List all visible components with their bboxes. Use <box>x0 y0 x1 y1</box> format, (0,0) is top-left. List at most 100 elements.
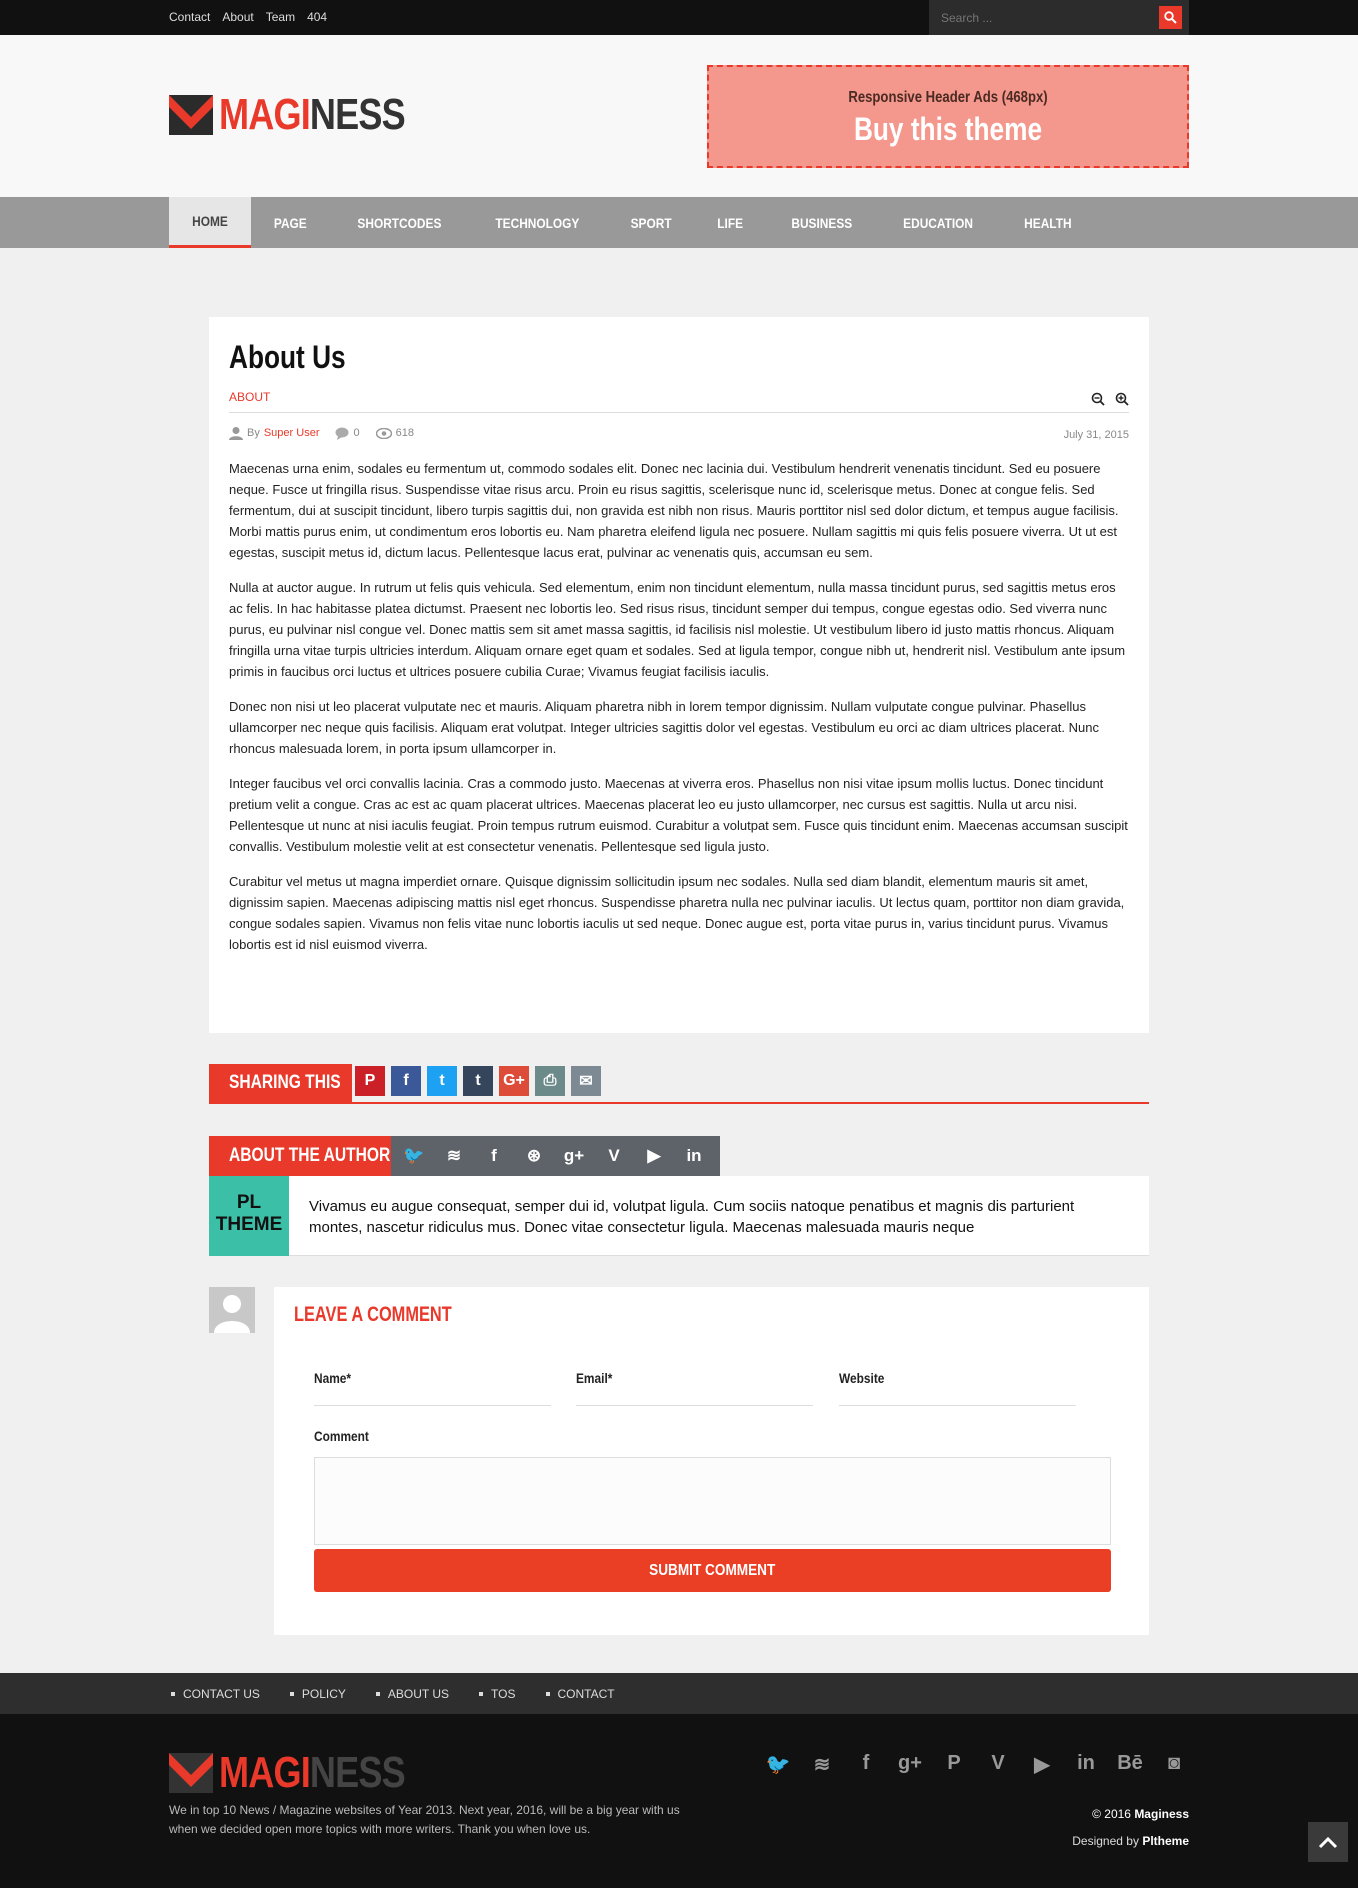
nav-item-page[interactable]: PAGE <box>251 197 330 248</box>
footer-description: We in top 10 News / Magazine websites of… <box>169 1803 680 1836</box>
eye-icon <box>375 427 392 439</box>
instagram-icon[interactable]: ◙ <box>1160 1752 1188 1777</box>
rss-icon[interactable]: ≋ <box>808 1752 836 1777</box>
top-bar: Contact About Team 404 <box>0 0 1358 35</box>
article-paragraph: Curabitur vel metus ut magna imperdiet o… <box>229 874 1125 952</box>
twitter-icon[interactable]: 🐦 <box>401 1146 427 1166</box>
footer-logo-text: MAGINESS <box>219 1748 406 1797</box>
sharing-label: SHARING THIS <box>209 1064 352 1102</box>
top-link-team[interactable]: Team <box>266 10 295 24</box>
nav-item-life[interactable]: LIFE <box>695 197 765 248</box>
designer-link[interactable]: Pltheme <box>1142 1834 1189 1848</box>
rss-icon[interactable]: ≋ <box>441 1146 467 1166</box>
vimeo-icon[interactable]: V <box>984 1752 1012 1777</box>
nav-item-sport[interactable]: SPORT <box>607 197 695 248</box>
top-link-404[interactable]: 404 <box>307 10 327 24</box>
author-label: ABOUT THE AUTHOR <box>209 1136 391 1176</box>
sharing-bar: SHARING THIS Pf t t G+ ⎙ ✉ <box>209 1064 1149 1104</box>
google-plus-icon[interactable]: g+ <box>561 1146 587 1166</box>
google-plus-icon[interactable]: G+ <box>499 1066 529 1096</box>
linkedin-icon[interactable]: in <box>681 1146 707 1166</box>
nav-item-shortcodes[interactable]: SHORTCODES <box>330 197 469 248</box>
vimeo-icon[interactable]: V <box>601 1146 627 1166</box>
pinterest-icon[interactable]: P <box>940 1752 968 1777</box>
site-logo[interactable]: MAGINESS <box>169 93 446 137</box>
ad-subtitle: Responsive Header Ads (468px) <box>848 89 1048 106</box>
footer-link-policy[interactable]: POLICY <box>290 1687 346 1701</box>
author-social-links: 🐦 ≋ f ⊛ g+ V ▶ in <box>391 1136 720 1176</box>
zoom-in-icon[interactable] <box>1115 392 1129 406</box>
footer-link-contact[interactable]: CONTACT <box>546 1687 615 1701</box>
name-field[interactable] <box>314 1405 551 1406</box>
header-ad-banner[interactable]: Responsive Header Ads (468px) Buy this t… <box>707 65 1189 168</box>
article-category[interactable]: ABOUT <box>229 390 270 404</box>
linkedin-icon[interactable]: in <box>1072 1752 1100 1777</box>
search-box <box>929 0 1189 35</box>
author-box: PL THEME Vivamus eu augue consequat, sem… <box>209 1176 1149 1256</box>
nav-item-technology[interactable]: TECHNOLOGY <box>468 197 607 248</box>
footer-logo-mark-icon <box>169 1753 213 1793</box>
title-divider <box>229 412 1129 413</box>
top-link-about[interactable]: About <box>222 10 253 24</box>
footer-link-contact-us[interactable]: CONTACT US <box>171 1687 260 1701</box>
copyright: © 2016 Maginess <box>1092 1807 1189 1821</box>
article-title: About Us <box>229 339 346 375</box>
author-link[interactable]: Super User <box>264 427 320 439</box>
share-buttons: Pf t t G+ ⎙ ✉ <box>355 1066 601 1096</box>
name-label: Name* <box>314 1370 352 1386</box>
twitter-icon[interactable]: 🐦 <box>764 1752 792 1777</box>
footer-nav: CONTACT US POLICY ABOUT US TOS CONTACT <box>0 1673 1358 1714</box>
email-label: Email* <box>576 1370 613 1386</box>
comment-textarea[interactable] <box>314 1457 1111 1545</box>
footer-social-links: 🐦 ≋ f g+ P V ▶ in Bē ◙ <box>764 1752 1188 1777</box>
comment-count: 0 <box>353 427 360 439</box>
nav-item-home[interactable]: HOME <box>169 197 251 248</box>
author-avatar: PL THEME <box>209 1176 289 1256</box>
pinterest-icon[interactable]: P <box>355 1066 385 1096</box>
youtube-icon[interactable]: ▶ <box>641 1146 667 1166</box>
facebook-icon[interactable]: f <box>481 1146 507 1166</box>
author-header: ABOUT THE AUTHOR 🐦 ≋ f ⊛ g+ V ▶ in <box>209 1136 1149 1176</box>
website-field[interactable] <box>839 1405 1076 1406</box>
footer-link-tos[interactable]: TOS <box>479 1687 515 1701</box>
behance-icon[interactable]: Bē <box>1116 1752 1144 1777</box>
footer-link-about-us[interactable]: ABOUT US <box>376 1687 449 1701</box>
article-paragraph: Donec non nisi ut leo placerat vulputate… <box>229 699 1099 756</box>
email-field[interactable] <box>576 1405 813 1406</box>
article-paragraph: Maecenas urna enim, sodales eu fermentum… <box>229 461 1119 560</box>
search-icon <box>1164 11 1177 24</box>
zoom-out-icon[interactable] <box>1091 392 1105 406</box>
twitter-icon[interactable]: t <box>427 1066 457 1096</box>
font-zoom-controls <box>1091 392 1129 406</box>
default-avatar-icon <box>209 1287 255 1333</box>
google-plus-icon[interactable]: g+ <box>896 1752 924 1777</box>
logo-text: MAGINESS <box>219 90 406 139</box>
by-label: By <box>247 427 260 439</box>
article-meta: By Super User 0 618 <box>229 426 414 440</box>
comment-label: Comment <box>314 1428 369 1444</box>
youtube-icon[interactable]: ▶ <box>1028 1752 1056 1777</box>
email-icon[interactable]: ✉ <box>571 1066 601 1096</box>
nav-item-health[interactable]: HEALTH <box>1000 197 1096 248</box>
facebook-icon[interactable]: f <box>391 1066 421 1096</box>
back-to-top-button[interactable] <box>1308 1822 1348 1862</box>
search-button[interactable] <box>1159 6 1182 29</box>
tumblr-icon[interactable]: t <box>463 1066 493 1096</box>
facebook-icon[interactable]: f <box>852 1752 880 1777</box>
chevron-up-icon <box>1318 1836 1338 1849</box>
nav-item-education[interactable]: EDUCATION <box>877 197 999 248</box>
article-body: Maecenas urna enim, sodales eu fermentum… <box>229 458 1129 969</box>
print-icon[interactable]: ⎙ <box>535 1066 565 1096</box>
dribbble-icon[interactable]: ⊛ <box>521 1146 547 1166</box>
article-paragraph: Nulla at auctor augue. In rutrum ut feli… <box>229 580 1126 679</box>
designed-by: Designed by Pltheme <box>1072 1834 1189 1848</box>
nav-item-business[interactable]: BUSINESS <box>766 197 878 248</box>
logo-mark-icon <box>169 95 213 135</box>
comment-form: LEAVE A COMMENT Name* Email* Website Com… <box>274 1287 1149 1635</box>
article-card: About Us ABOUT By Super User 0 618 July … <box>209 317 1149 1033</box>
submit-comment-button[interactable]: SUBMIT COMMENT <box>314 1549 1111 1592</box>
top-link-contact[interactable]: Contact <box>169 10 210 24</box>
footer-logo[interactable]: MAGINESS <box>169 1751 446 1795</box>
site-footer: MAGINESS We in top 10 News / Magazine we… <box>0 1714 1358 1888</box>
search-input[interactable] <box>929 0 1159 35</box>
